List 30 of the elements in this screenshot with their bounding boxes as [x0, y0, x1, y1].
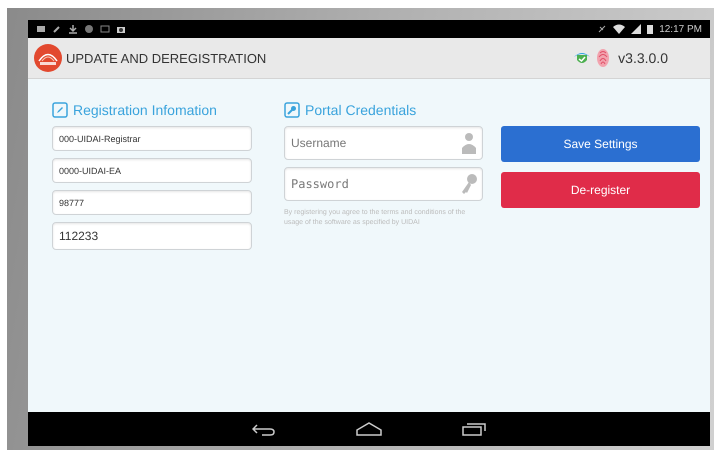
image-icon — [36, 24, 46, 34]
person-icon — [461, 132, 477, 154]
home-icon[interactable] — [356, 422, 382, 436]
deregister-button[interactable]: De-register — [501, 172, 700, 208]
download-icon — [68, 24, 78, 34]
input-field[interactable]: 000-UIDAI-Registrar — [52, 126, 252, 151]
section-heading: Registration Infomation — [73, 102, 217, 118]
save-button[interactable]: Save Settings — [501, 126, 700, 162]
battery-icon — [647, 24, 654, 34]
pencil-icon — [52, 102, 68, 118]
input-field[interactable]: Password — [284, 167, 483, 201]
input-field[interactable]: 112233 — [52, 222, 252, 250]
version-label: v3.3.0.0 — [618, 50, 668, 66]
back-icon[interactable] — [252, 422, 276, 436]
section-heading: Portal Credentials — [305, 102, 416, 118]
wifi-icon — [613, 24, 626, 34]
wrench-icon — [284, 102, 300, 118]
recents-icon[interactable] — [462, 422, 486, 436]
tool-icon — [52, 24, 62, 34]
input-field[interactable]: Username — [284, 126, 483, 160]
card-icon — [100, 24, 110, 34]
input-field[interactable]: 98777 — [52, 190, 252, 215]
input-field[interactable]: 0000-UIDAI-EA — [52, 158, 252, 183]
fingerprint-icon — [596, 48, 610, 68]
clock: 12:17 PM — [659, 24, 702, 34]
signal-icon — [631, 24, 642, 34]
camera-icon — [116, 24, 126, 34]
logo-icon — [34, 44, 62, 72]
key-icon — [461, 173, 477, 195]
screen-title: UPDATE AND DEREGISTRATION — [66, 50, 266, 66]
